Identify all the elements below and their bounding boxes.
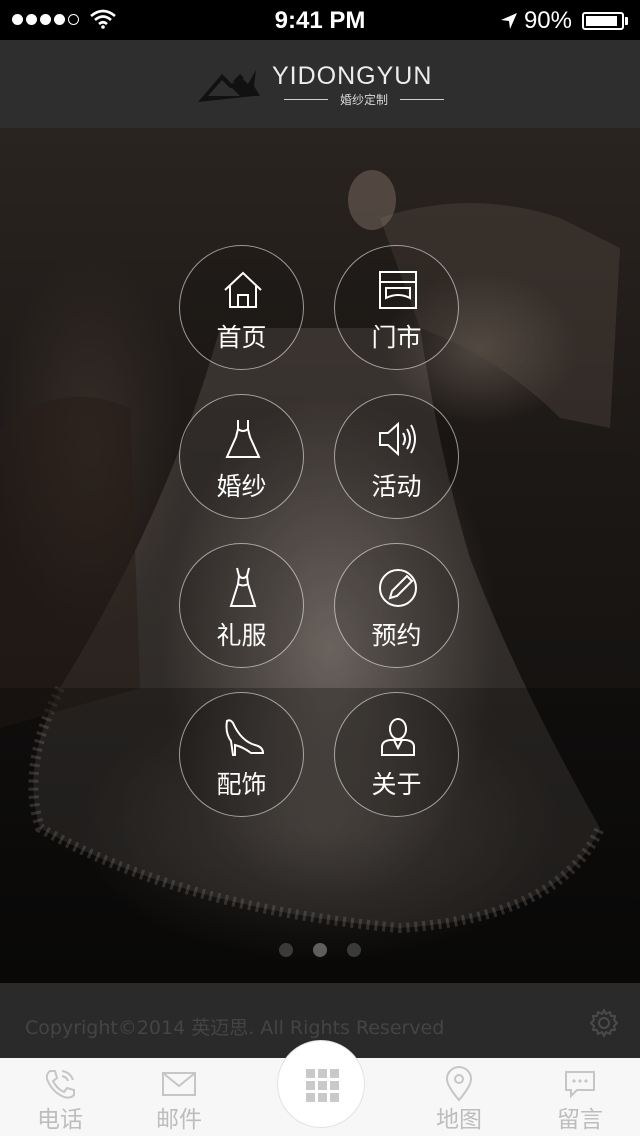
brand-logo[interactable]: YIDONGYUN 婚纱定制 — [196, 62, 456, 108]
battery-tip — [625, 17, 628, 25]
phone-icon — [45, 1070, 75, 1099]
menu-item-home[interactable]: 首页 — [179, 245, 304, 370]
grid-menu-icon — [306, 1069, 339, 1102]
status-right: 90% — [500, 7, 628, 35]
tab-label: 电话 — [37, 1107, 83, 1133]
hero-background-image — [0, 170, 640, 983]
page-dot[interactable] — [347, 943, 361, 957]
gear-icon[interactable] — [588, 1007, 620, 1039]
wedding-dress-icon — [225, 420, 261, 458]
tab-message[interactable]: 留言 — [540, 1066, 620, 1134]
tagline-divider — [400, 99, 445, 100]
copyright-text: Copyright©2014 英迈思. All Rights Reserved — [25, 1017, 445, 1039]
app-header: YIDONGYUN 婚纱定制 — [0, 40, 640, 128]
gown-icon — [229, 567, 257, 607]
menu-item-label: 首页 — [216, 323, 267, 352]
tab-label: 邮件 — [156, 1107, 202, 1133]
tab-phone[interactable]: 电话 — [20, 1066, 100, 1134]
store-icon — [379, 271, 417, 309]
brand-name: YIDONGYUN — [272, 62, 433, 90]
logo-mark-icon — [198, 70, 260, 102]
pen-circle-icon — [379, 569, 417, 607]
menu-item-accessories[interactable]: 配饰 — [179, 692, 304, 817]
menu-item-label: 礼服 — [216, 621, 267, 650]
logo-text: YIDONGYUN 婚纱定制 — [272, 62, 456, 108]
menu-item-events[interactable]: 活动 — [334, 394, 459, 519]
page-dot[interactable] — [279, 943, 293, 957]
menu-item-store[interactable]: 门市 — [334, 245, 459, 370]
brand-tagline: 婚纱定制 — [272, 91, 456, 108]
tagline-divider — [284, 99, 328, 100]
map-pin-icon — [445, 1066, 473, 1102]
status-bar: 9:41 PM 90% — [0, 0, 640, 40]
center-menu-button[interactable] — [277, 1040, 365, 1128]
home-icon — [224, 271, 262, 308]
tab-mail[interactable]: 邮件 — [139, 1066, 219, 1134]
high-heel-icon — [225, 719, 265, 756]
menu-item-gown[interactable]: 礼服 — [179, 543, 304, 668]
menu-item-label: 婚纱 — [216, 472, 267, 501]
tab-map[interactable]: 地图 — [419, 1066, 499, 1134]
speaker-icon — [379, 421, 416, 457]
menu-item-about[interactable]: 关于 — [334, 692, 459, 817]
menu-item-booking[interactable]: 预约 — [334, 543, 459, 668]
menu-item-label: 活动 — [371, 472, 422, 501]
location-arrow-icon — [500, 13, 517, 29]
tagline-text: 婚纱定制 — [340, 93, 389, 107]
menu-item-wedding-dress[interactable]: 婚纱 — [179, 394, 304, 519]
battery-percent: 90% — [523, 7, 572, 34]
page-indicator — [0, 943, 640, 957]
hero-banner[interactable]: 首页 门市 婚纱 活动 礼服 预约 配饰 关于 — [0, 128, 640, 983]
menu-item-label: 配饰 — [216, 770, 267, 799]
menu-item-label: 预约 — [371, 621, 422, 650]
mail-icon — [162, 1072, 196, 1096]
battery-icon — [582, 12, 624, 30]
tab-label: 地图 — [436, 1107, 482, 1133]
menu-item-label: 门市 — [371, 323, 422, 352]
battery-fill — [586, 16, 617, 26]
person-icon — [381, 718, 415, 756]
menu-item-label: 关于 — [371, 770, 422, 799]
tab-label: 留言 — [557, 1107, 603, 1133]
message-icon — [565, 1071, 595, 1099]
page-dot[interactable] — [313, 943, 327, 957]
